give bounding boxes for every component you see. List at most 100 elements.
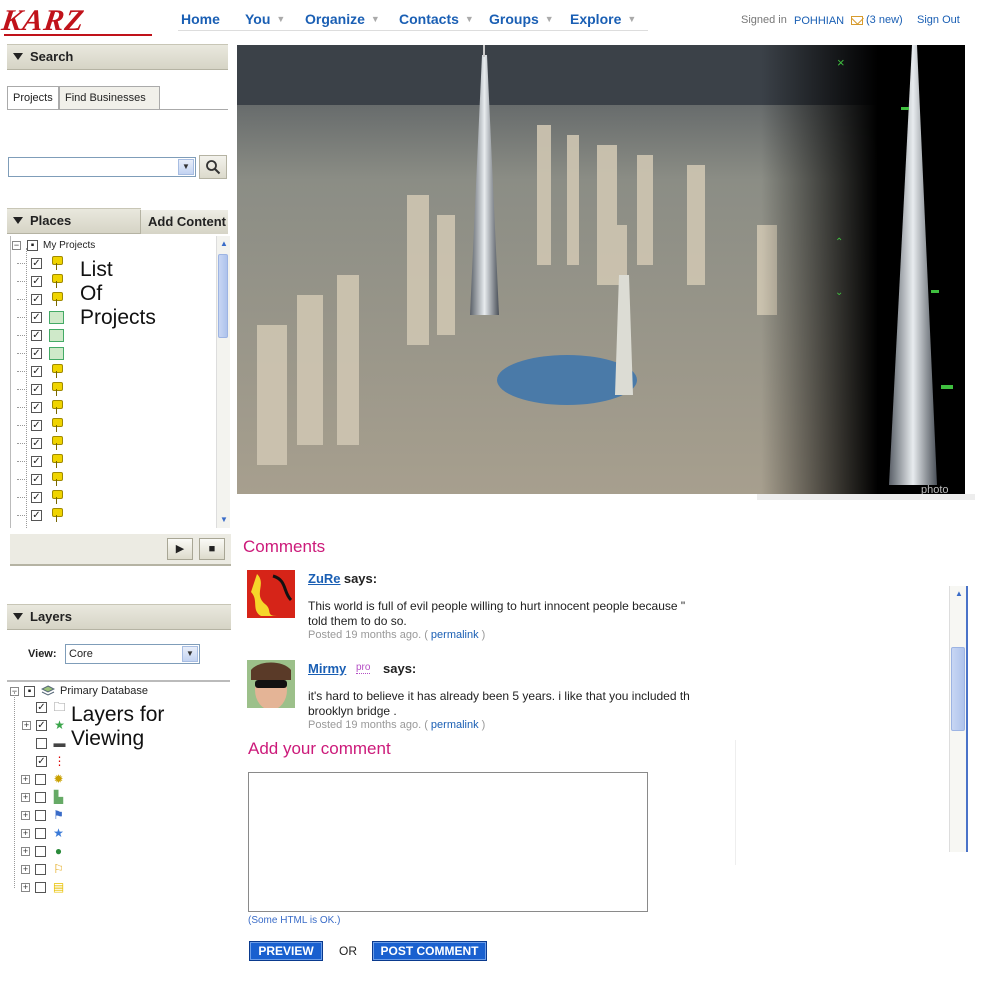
comment-author-link[interactable]: Mirmy xyxy=(308,661,346,676)
comment-textarea[interactable] xyxy=(248,772,648,912)
nav-you[interactable]: You ▼ xyxy=(245,9,285,29)
place-item[interactable]: ✓ xyxy=(11,434,216,452)
checkbox[interactable]: ✓ xyxy=(31,293,42,305)
layer-item[interactable]: + ▤ xyxy=(21,878,66,896)
checkbox[interactable]: ✓ xyxy=(31,311,42,323)
layer-item[interactable]: + ✓ ★ xyxy=(22,716,67,734)
checkbox[interactable] xyxy=(35,791,46,803)
expand-plus-icon[interactable]: + xyxy=(21,774,30,784)
place-item[interactable]: ✓ xyxy=(11,254,216,272)
expand-plus-icon[interactable]: + xyxy=(21,846,30,856)
caret-down-icon[interactable]: ▼ xyxy=(276,10,285,28)
expand-plus-icon[interactable]: + xyxy=(21,864,30,874)
checkbox[interactable]: ✓ xyxy=(31,491,42,503)
place-item[interactable]: ✓ xyxy=(11,506,216,524)
checkbox[interactable]: ✓ xyxy=(31,383,42,395)
karz-logo[interactable]: KARZ xyxy=(0,4,162,37)
layer-item[interactable]: ✓ 🗀 xyxy=(22,698,67,716)
checkbox[interactable]: ✓ xyxy=(31,401,42,413)
avatar[interactable] xyxy=(247,660,295,708)
layer-item[interactable]: + ⚐ xyxy=(21,860,66,878)
checkbox[interactable]: ✓ xyxy=(36,755,47,767)
layer-item[interactable]: + ● xyxy=(21,842,66,860)
scroll-down-icon[interactable]: ▼ xyxy=(218,514,230,526)
expand-plus-icon[interactable]: + xyxy=(21,792,30,802)
chevron-down-icon[interactable]: ▼ xyxy=(178,159,194,175)
mail-link[interactable]: (3 new) xyxy=(851,14,903,26)
add-content-button[interactable]: Add Content xyxy=(140,210,228,234)
view-select[interactable]: Core ▼ xyxy=(65,644,200,664)
checkbox[interactable] xyxy=(35,863,46,875)
checkbox[interactable]: ✓ xyxy=(31,473,42,485)
comment-author-link[interactable]: ZuRe xyxy=(308,571,341,586)
caret-down-icon[interactable]: ▼ xyxy=(371,10,380,28)
checkbox[interactable] xyxy=(35,881,46,893)
places-panel-header[interactable]: Places xyxy=(7,208,141,234)
checkbox[interactable]: ✓ xyxy=(31,455,42,467)
checkbox[interactable]: ✓ xyxy=(36,719,47,731)
nav-home[interactable]: Home xyxy=(181,9,220,29)
checkbox[interactable]: ✓ xyxy=(31,347,42,359)
comments-scroll-thumb[interactable] xyxy=(951,647,965,731)
pro-badge[interactable]: pro xyxy=(356,663,371,674)
place-item[interactable]: ✓ xyxy=(11,470,216,488)
permalink-link[interactable]: permalink xyxy=(431,629,479,641)
place-item[interactable]: ✓ xyxy=(11,344,216,362)
place-item[interactable]: ✓ xyxy=(11,380,216,398)
checkbox-partial[interactable]: ▪ xyxy=(27,239,38,251)
checkbox[interactable] xyxy=(36,737,47,749)
layer-item[interactable]: + ✹ xyxy=(21,770,66,788)
search-button[interactable] xyxy=(199,155,227,179)
checkbox[interactable]: ✓ xyxy=(31,437,42,449)
post-comment-button[interactable]: POST COMMENT xyxy=(372,941,487,961)
place-item[interactable]: ✓ xyxy=(11,362,216,380)
places-scroll-thumb[interactable] xyxy=(218,254,228,338)
nav-groups[interactable]: Groups ▼ xyxy=(489,9,554,29)
place-item[interactable]: ✓ xyxy=(11,488,216,506)
username-link[interactable]: POHHIAN xyxy=(794,15,844,27)
checkbox[interactable] xyxy=(35,773,46,785)
layer-item[interactable]: ✓ ⋮ xyxy=(22,752,67,770)
checkbox[interactable]: ✓ xyxy=(31,419,42,431)
layers-panel-header[interactable]: Layers xyxy=(7,604,231,630)
caret-down-icon[interactable]: ▼ xyxy=(545,10,554,28)
caret-down-icon[interactable]: ▼ xyxy=(627,10,636,28)
checkbox[interactable] xyxy=(35,827,46,839)
checkbox-partial[interactable]: ▪ xyxy=(24,685,35,697)
tab-find-businesses[interactable]: Find Businesses xyxy=(59,86,160,110)
play-button[interactable]: ▶ xyxy=(167,538,193,560)
nav-contacts[interactable]: Contacts ▼ xyxy=(399,9,474,29)
expand-plus-icon[interactable]: + xyxy=(21,882,30,892)
city-photo[interactable]: × ⌃ ⌄ photo xyxy=(237,45,965,494)
search-panel-header[interactable]: Search xyxy=(7,44,228,70)
checkbox[interactable] xyxy=(35,809,46,821)
expand-plus-icon[interactable]: + xyxy=(21,810,30,820)
layer-item[interactable]: + ★ xyxy=(21,824,66,842)
place-item[interactable]: ✓ xyxy=(11,272,216,290)
expand-plus-icon[interactable]: + xyxy=(21,828,30,838)
permalink-link[interactable]: permalink xyxy=(431,719,479,731)
collapse-minus-icon[interactable]: − xyxy=(12,240,21,250)
checkbox[interactable]: ✓ xyxy=(31,509,42,521)
scroll-up-icon[interactable]: ▲ xyxy=(218,238,230,250)
scroll-up-icon[interactable]: ▲ xyxy=(953,588,965,600)
layer-item[interactable]: ▬ xyxy=(22,734,67,752)
caret-down-icon[interactable]: ▼ xyxy=(465,10,474,28)
place-item[interactable]: ✓ xyxy=(11,398,216,416)
checkbox[interactable]: ✓ xyxy=(31,365,42,377)
checkbox[interactable]: ✓ xyxy=(31,329,42,341)
nav-organize[interactable]: Organize ▼ xyxy=(305,9,380,29)
layer-item[interactable]: + ▙ xyxy=(21,788,66,806)
place-item[interactable]: ✓ xyxy=(11,416,216,434)
avatar[interactable] xyxy=(247,570,295,618)
tab-projects[interactable]: Projects xyxy=(7,86,59,110)
sign-out-link[interactable]: Sign Out xyxy=(917,14,960,26)
stop-button[interactable]: ■ xyxy=(199,538,225,560)
preview-button[interactable]: PREVIEW xyxy=(249,941,323,961)
expand-plus-icon[interactable]: + xyxy=(22,720,31,730)
checkbox[interactable]: ✓ xyxy=(31,275,42,287)
search-select[interactable]: ▼ xyxy=(8,157,196,177)
chevron-down-icon[interactable]: ▼ xyxy=(182,646,198,662)
tree-root-my-projects[interactable]: − ▪ My Projects xyxy=(11,236,216,254)
checkbox[interactable]: ✓ xyxy=(31,257,42,269)
